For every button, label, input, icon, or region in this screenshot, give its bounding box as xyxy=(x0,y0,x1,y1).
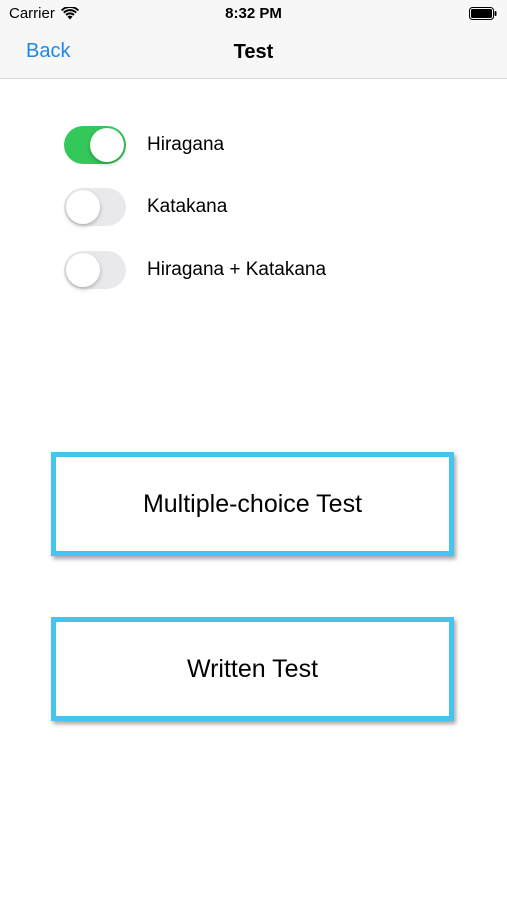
hiragana-label: Hiragana xyxy=(147,134,225,155)
switch-knob xyxy=(90,128,124,162)
katakana-switch[interactable] xyxy=(64,188,126,226)
battery-icon xyxy=(469,7,497,20)
page-title: Test xyxy=(233,41,274,63)
status-time: 8:32 PM xyxy=(225,5,282,22)
written-test-button[interactable]: Written Test xyxy=(51,617,454,721)
toggle-row-hiragana-katakana: Hiragana + Katakana xyxy=(64,251,326,289)
toggle-row-katakana: Katakana xyxy=(64,188,227,226)
hiragana-switch[interactable] xyxy=(64,126,126,164)
switch-knob xyxy=(66,190,100,224)
status-bar: Carrier 8:32 PM xyxy=(0,0,507,27)
toggle-row-hiragana: Hiragana xyxy=(64,126,224,164)
navigation-bar: Back Test xyxy=(0,27,507,79)
switch-knob xyxy=(66,253,100,287)
katakana-label: Katakana xyxy=(147,196,228,217)
hiragana-katakana-label: Hiragana + Katakana xyxy=(147,259,327,280)
hiragana-katakana-switch[interactable] xyxy=(64,251,126,289)
multiple-choice-test-button[interactable]: Multiple-choice Test xyxy=(51,452,454,556)
